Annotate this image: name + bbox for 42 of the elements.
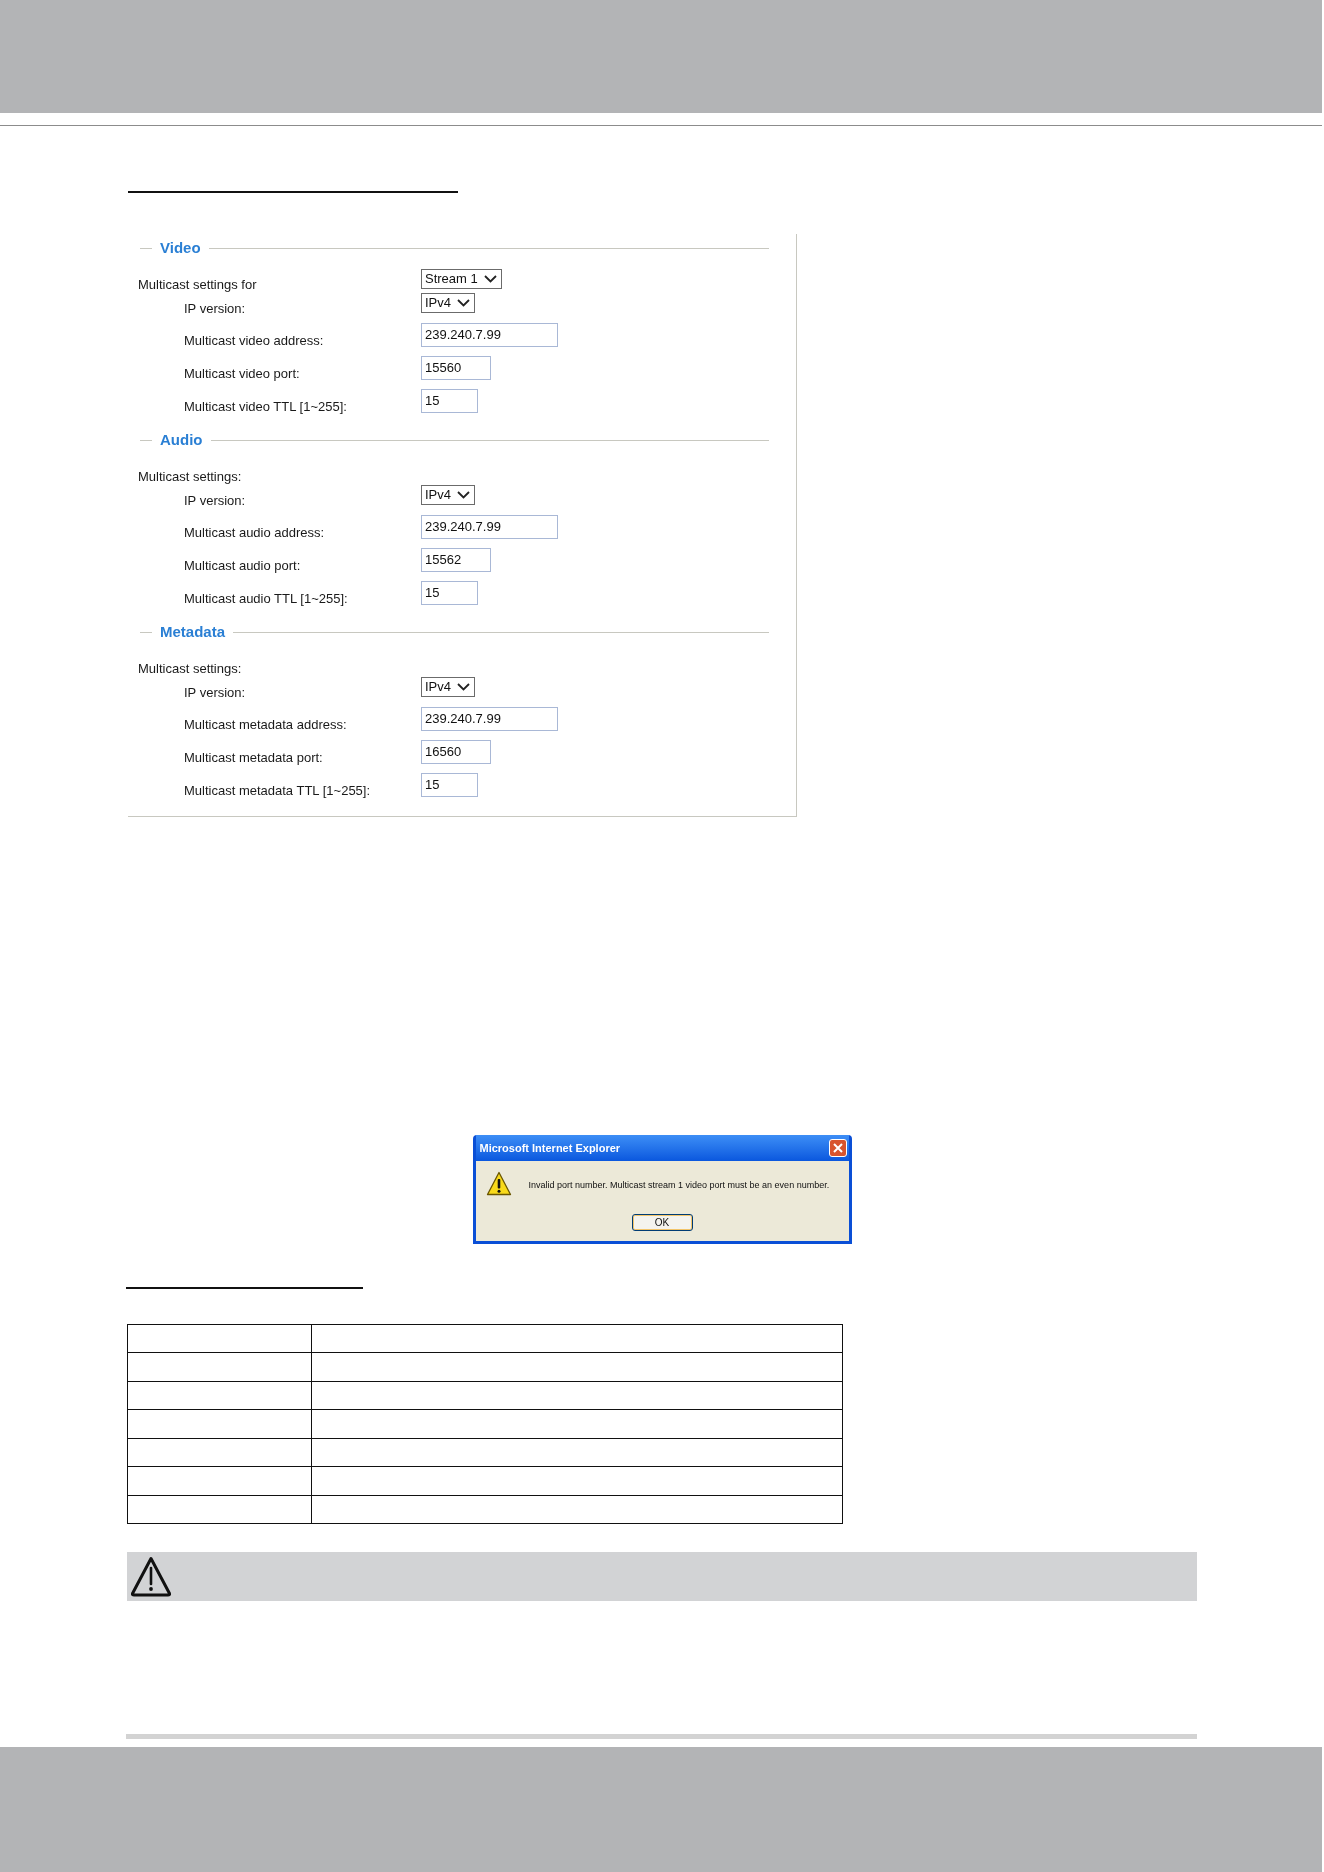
dropdown-select[interactable]: IPv4 (421, 293, 475, 313)
text-field[interactable]: 15 (421, 581, 478, 605)
field-label: Multicast settings: (138, 469, 242, 485)
dropdown-select[interactable]: IPv4 (421, 485, 475, 505)
chevron-down-icon (483, 275, 497, 283)
field-label: Multicast video address: (184, 333, 324, 349)
section-legend: Audio (160, 431, 203, 449)
warning-icon (130, 1556, 172, 1597)
field-label: Multicast audio port: (184, 558, 301, 574)
field-label: IP version: (184, 493, 246, 509)
field-label: Multicast settings for (138, 277, 257, 293)
section-legend: Video (160, 239, 201, 257)
dropdown-select[interactable]: IPv4 (421, 677, 475, 697)
field-label: Multicast metadata address: (184, 717, 347, 733)
text-field[interactable]: 239.240.7.99 (421, 515, 558, 539)
field-label: Multicast video TTL [1~255]: (184, 399, 347, 415)
field-label: Multicast metadata port: (184, 750, 323, 766)
text-field[interactable]: 15 (421, 389, 478, 413)
field-label: Multicast settings: (138, 661, 242, 677)
text-field[interactable]: 15562 (421, 548, 491, 572)
field-label: Multicast video port: (184, 366, 300, 382)
close-icon (832, 1143, 843, 1153)
section-legend: Metadata (160, 623, 226, 641)
text-field[interactable]: 15 (421, 773, 478, 797)
ok-button[interactable]: OK (631, 1214, 693, 1231)
close-button[interactable] (828, 1139, 847, 1157)
field-label: IP version: (184, 301, 246, 317)
dropdown-select[interactable]: Stream 1 (421, 269, 502, 289)
chevron-down-icon (457, 491, 470, 499)
text-field[interactable]: 239.240.7.99 (421, 707, 558, 731)
dialog-title: Microsoft Internet Explorer (479, 1141, 621, 1155)
field-label: Multicast audio TTL [1~255]: (184, 591, 348, 607)
text-field[interactable]: 15560 (421, 356, 491, 380)
chevron-down-icon (457, 299, 470, 307)
dialog-message: Invalid port number. Multicast stream 1 video port must be an even number. (528, 1179, 830, 1191)
field-label: Multicast audio address: (184, 525, 325, 541)
warning-icon (485, 1171, 512, 1197)
chevron-down-icon (457, 683, 470, 691)
field-label: IP version: (184, 685, 246, 701)
text-field[interactable]: 16560 (421, 740, 491, 764)
field-label: Multicast metadata TTL [1~255]: (184, 783, 371, 799)
text-field[interactable]: 239.240.7.99 (421, 323, 558, 347)
